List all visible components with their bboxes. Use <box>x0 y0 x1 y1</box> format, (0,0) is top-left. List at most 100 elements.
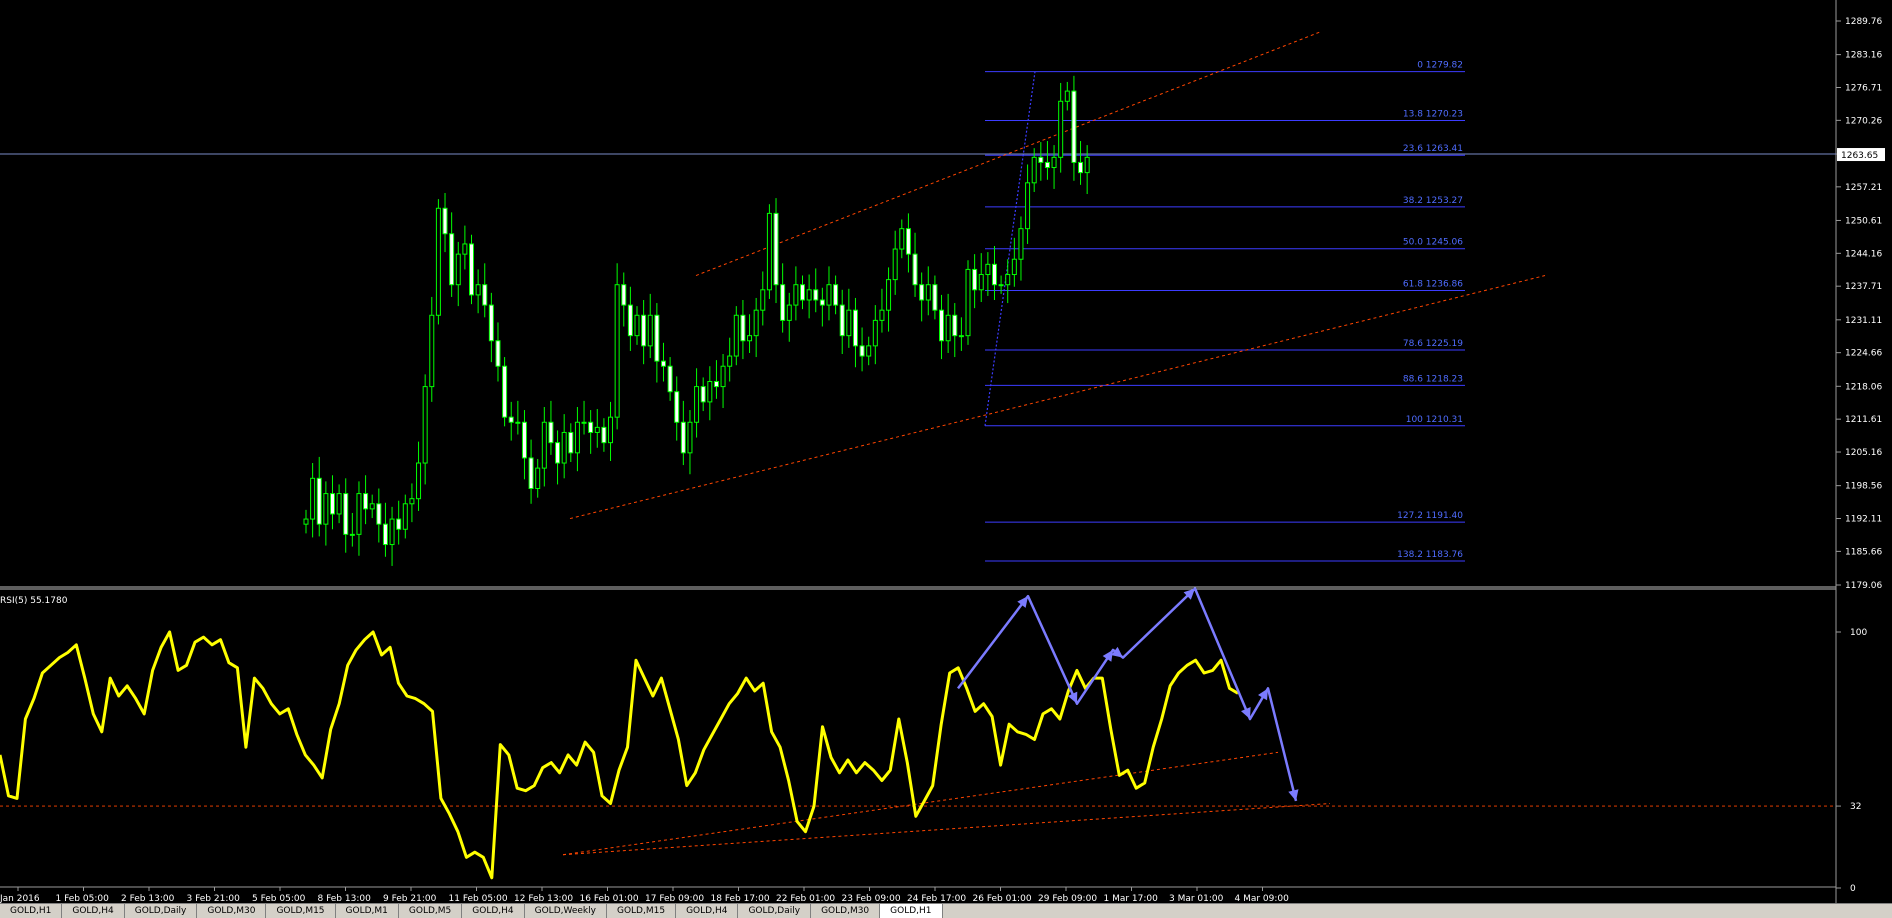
candle-body <box>376 503 382 525</box>
price-panel: 1289.76 1283.16 1276.71 1270.26 1257.21 1250.… <box>0 0 1885 903</box>
candle-body <box>1058 100 1064 158</box>
chart-tab[interactable]: GOLD,M30 <box>811 904 881 918</box>
fib-level-label: 23.6 1263.41 <box>1403 144 1463 154</box>
chart-tab[interactable]: GOLD,H4 <box>62 904 125 918</box>
fib-level-label: 61.8 1236.86 <box>1403 280 1463 290</box>
arrow-head <box>1288 789 1299 801</box>
candle-body <box>521 421 527 459</box>
candle-body <box>594 426 600 433</box>
chart-tab[interactable]: GOLD,M15 <box>266 904 336 918</box>
time-tick-label: 5 Feb 05:00 <box>252 894 306 903</box>
candle-body <box>839 304 845 337</box>
price-tick-label: 1218.06 <box>1845 382 1882 392</box>
price-tick-label: 1237.71 <box>1845 282 1882 292</box>
time-tick-label: 16 Feb 01:00 <box>580 894 639 903</box>
candle-body <box>323 493 329 525</box>
chart-tab[interactable]: GOLD,Weekly <box>525 904 607 918</box>
candle-body <box>310 477 316 520</box>
candlesticks <box>303 75 1090 566</box>
price-tick-label: 1192.11 <box>1845 515 1882 525</box>
candle-body <box>475 284 481 296</box>
current-price-tag: 1263.65 <box>1837 148 1885 162</box>
candle-body <box>1005 274 1011 286</box>
price-tick-label: 1231.11 <box>1845 316 1882 326</box>
rsi-trend-line <box>562 751 1279 856</box>
chart-tab[interactable]: GOLD,Daily <box>125 904 198 918</box>
candle-body <box>329 493 335 515</box>
price-tick-label: 1276.71 <box>1845 83 1882 93</box>
candle-body <box>991 263 997 286</box>
candle-body <box>707 381 713 403</box>
time-axis: Jan 2016 1 Feb 05:00 2 Feb 13:00 3 Feb 21:0… <box>0 886 1836 903</box>
candle-body <box>568 431 574 454</box>
candle-body <box>667 365 673 393</box>
candle-body <box>674 391 680 423</box>
price-tick-label: 1185.66 <box>1845 547 1882 557</box>
candle-body <box>713 381 719 388</box>
price-tick-label: 1211.61 <box>1845 415 1882 425</box>
candle-body <box>528 457 534 490</box>
time-tick-label: 4 Mar 09:00 <box>1235 894 1290 903</box>
candle-body <box>1031 156 1037 184</box>
chart-tab[interactable]: GOLD,Daily <box>738 904 812 918</box>
candle-body <box>1078 161 1084 174</box>
chart-tab[interactable]: GOLD,M1 <box>336 904 399 918</box>
chart-tab[interactable]: GOLD,H1 <box>880 904 943 918</box>
candle-body <box>641 314 647 347</box>
fib-level-label: 13.8 1270.23 <box>1403 110 1463 120</box>
time-tick-label: 29 Feb 09:00 <box>1038 894 1097 903</box>
candle-body <box>482 284 488 306</box>
candle-body <box>932 284 938 311</box>
time-tick-label: 11 Feb 05:00 <box>449 894 508 903</box>
chart-tab[interactable]: GOLD,M30 <box>197 904 267 918</box>
rsi-line <box>0 630 1239 880</box>
fib-level-label: 88.6 1218.23 <box>1403 374 1463 384</box>
candle-body <box>773 212 779 286</box>
time-tick-label: 9 Feb 21:00 <box>383 894 437 903</box>
rsi-title: RSI(5) 55.1780 <box>0 596 68 606</box>
candle-body <box>925 284 931 301</box>
candle-body <box>720 365 726 388</box>
chart-tab[interactable]: GOLD,M15 <box>607 904 677 918</box>
candle-body <box>555 442 561 464</box>
chart-tab[interactable]: GOLD,H4 <box>462 904 525 918</box>
candle-body <box>1038 156 1044 163</box>
candle-body <box>846 309 852 337</box>
time-tick-label: 26 Feb 01:00 <box>973 894 1032 903</box>
candle-body <box>694 386 700 423</box>
arrow-head <box>1102 649 1113 662</box>
candle-body <box>727 355 733 367</box>
candle-body <box>1051 156 1057 169</box>
candle-body <box>753 309 759 337</box>
candle-body <box>747 335 753 342</box>
chart-tab[interactable]: GOLD,H4 <box>676 904 739 918</box>
candle-body <box>1018 228 1024 260</box>
time-tick-label: 23 Feb 09:00 <box>842 894 901 903</box>
candle-body <box>561 431 567 464</box>
price-tick-label: 1179.06 <box>1845 581 1882 591</box>
time-tick-label: Jan 2016 <box>0 894 40 903</box>
arrow-head <box>1111 646 1123 658</box>
candle-body <box>429 314 435 388</box>
chart-canvas[interactable]: 1289.76 1283.16 1276.71 1270.26 1257.21 1250.… <box>0 0 1892 903</box>
rsi-panel: RSI(5) 55.1780 100 32 0 <box>0 587 1867 894</box>
candle-body <box>899 228 905 250</box>
candle-body <box>760 289 766 311</box>
price-tick-label: 1257.21 <box>1845 183 1882 193</box>
chart-tab[interactable]: GOLD,H1 <box>0 904 63 918</box>
time-tick-label: 3 Feb 21:00 <box>187 894 241 903</box>
candle-body <box>601 426 607 444</box>
fib-level-label: 50.0 1245.06 <box>1403 238 1463 248</box>
candle-body <box>343 493 349 535</box>
time-tick-label: 12 Feb 13:00 <box>514 894 573 903</box>
candle-body <box>1011 258 1017 276</box>
chart-tab[interactable]: GOLD,M5 <box>399 904 463 918</box>
candle-body <box>608 416 614 444</box>
candle-body <box>508 416 514 423</box>
time-tick-label: 8 Feb 13:00 <box>318 894 372 903</box>
price-tick-label: 1289.76 <box>1845 17 1882 27</box>
time-tick-label: 3 Mar 01:00 <box>1169 894 1224 903</box>
candle-body <box>733 314 739 357</box>
candle-body <box>700 386 706 403</box>
candle-body <box>541 421 547 469</box>
